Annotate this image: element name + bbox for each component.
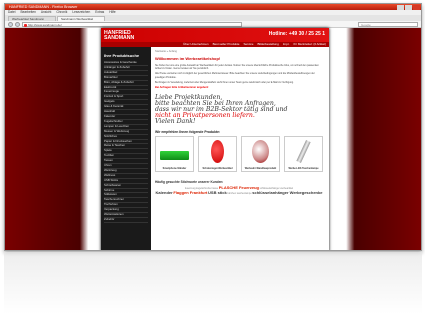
price-paragraph: Alle Preise verstehen sich zuzüglich der… bbox=[155, 72, 315, 79]
search-input[interactable]: Google bbox=[358, 21, 418, 27]
product-card[interactable]: Smartphone-Ständer bbox=[155, 136, 194, 173]
window-reflection bbox=[4, 252, 422, 314]
minimize-button[interactable] bbox=[397, 4, 404, 10]
product-image bbox=[211, 140, 224, 164]
close-button[interactable] bbox=[413, 4, 420, 10]
website-page: HANFRIED SANDMANN WERBEARTIKEL Hotline: … bbox=[101, 28, 329, 250]
recommend-heading: Wir empfehlen Ihnen folgende Produkte: bbox=[155, 130, 221, 135]
product-image bbox=[296, 140, 311, 163]
menu-file[interactable]: Datei bbox=[8, 10, 15, 15]
intro-paragraph: Sie finden bei uns eine große Auswahl an… bbox=[155, 64, 319, 71]
tag-link[interactable]: bärchen taschenlampe bbox=[227, 192, 251, 195]
product-caption: Schokoriegel-Werbeartikel bbox=[202, 167, 233, 171]
back-button[interactable] bbox=[8, 21, 13, 27]
tag-cloud: feuerzeug kugelschreiber tasse PLASCHE F… bbox=[155, 186, 323, 195]
main-content: Startseite » Anfang Willkommen im Werbea… bbox=[153, 47, 325, 250]
page-viewport: HANFRIED SANDMANN WERBEARTIKEL Hotline: … bbox=[5, 28, 421, 250]
category-sidebar: Ihre Produktsuche Accessoires & Geschenk… bbox=[101, 47, 151, 250]
browser-window: HANFRIED SANDMANN - Firefox Browser Date… bbox=[4, 3, 422, 251]
product-caption: Smartphone-Ständer bbox=[162, 167, 187, 171]
menu-edit[interactable]: Bearbeiten bbox=[20, 10, 35, 15]
b2b-notice: Liebe Projektkunden, bitte beachten Sie … bbox=[155, 94, 323, 126]
greeting-line: Vielen Dank! bbox=[155, 118, 196, 126]
category-list: Accessoires & Geschenke Anhänger & Zubehö… bbox=[104, 60, 148, 223]
tag-link[interactable]: Flaggen Frankfurt bbox=[173, 190, 207, 195]
product-caption: Werbeuhr-Wandbauprodukt bbox=[244, 167, 277, 171]
maximize-button[interactable] bbox=[405, 4, 412, 10]
product-grid: Smartphone-Ständer Schokoriegel-Werbeart… bbox=[155, 136, 323, 173]
hotline-text: Hotline: +49 30 / 25 25 1 bbox=[268, 31, 325, 37]
site-header: HANFRIED SANDMANN WERBEARTIKEL Hotline: … bbox=[101, 28, 329, 47]
product-card[interactable]: Werbe-LED-Taschenlampe bbox=[284, 136, 323, 173]
menu-help[interactable]: Hilfe bbox=[109, 10, 115, 15]
contact-paragraph: Bei Fragen zu Veredelung, Lieferzeit ode… bbox=[155, 80, 294, 84]
url-bar[interactable]: http://www.sandmann.de/ bbox=[22, 21, 242, 27]
sidebar-category-item[interactable]: Zubehör bbox=[104, 217, 148, 223]
notice-text: Bei Anfragen bitte Artikelnummer angeben… bbox=[155, 86, 209, 90]
logo-title: HANFRIED SANDMANN bbox=[104, 30, 135, 41]
menu-view[interactable]: Ansicht bbox=[41, 10, 51, 15]
product-image bbox=[252, 140, 269, 164]
product-card[interactable]: Werbeuhr-Wandbauprodukt bbox=[241, 136, 280, 173]
sidebar-heading: Ihre Produktsuche bbox=[104, 53, 140, 58]
product-card[interactable]: Schokoriegel-Werbeartikel bbox=[198, 136, 237, 173]
menu-tools[interactable]: Extras bbox=[95, 10, 104, 15]
welcome-heading: Willkommen im Werbeartikelshop! bbox=[155, 56, 221, 61]
menu-history[interactable]: Chronik bbox=[56, 10, 67, 15]
browser-tab-active[interactable]: Sandmann Werbeartikel bbox=[57, 16, 105, 21]
browser-tab[interactable]: Werbeartikel Sandmann bbox=[8, 16, 56, 21]
product-caption: Werbe-LED-Taschenlampe bbox=[288, 167, 319, 171]
tagcloud-heading: Häufig gesuchte Stichworte unserer Kunde… bbox=[155, 180, 224, 185]
window-controls bbox=[397, 4, 421, 10]
tag-link[interactable]: schlüsselanhänger Werbegeschenke bbox=[252, 190, 322, 195]
navigation-bar: http://www.sandmann.de/ Google bbox=[5, 21, 421, 28]
product-image bbox=[160, 151, 189, 161]
breadcrumb: Startseite » Anfang bbox=[155, 50, 177, 53]
menu-bookmarks[interactable]: Lesezeichen bbox=[72, 10, 90, 15]
tag-link[interactable]: USB stick bbox=[208, 190, 227, 195]
tag-link[interactable]: Kalender bbox=[156, 190, 173, 195]
forward-button[interactable] bbox=[15, 21, 20, 27]
